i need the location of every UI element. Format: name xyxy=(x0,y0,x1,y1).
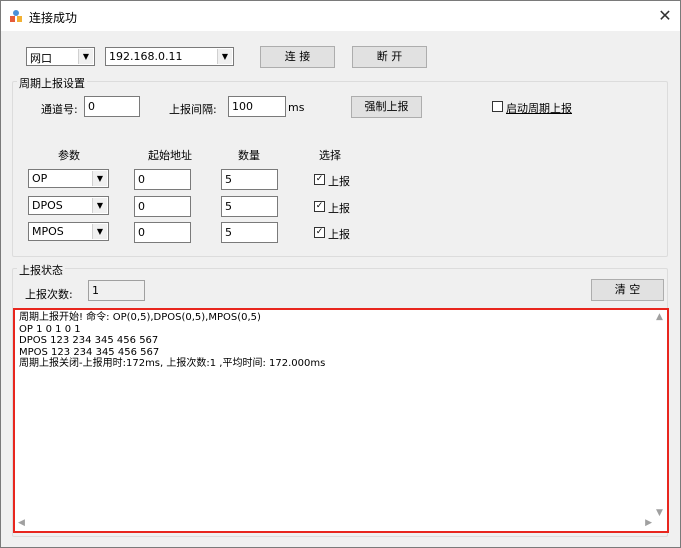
report-checkbox-label[interactable]: 上报 xyxy=(328,200,350,216)
interval-unit: ms xyxy=(288,101,305,114)
report-count-label: 上报次数: xyxy=(25,288,73,301)
title-bar: 连接成功 ✕ xyxy=(1,1,680,31)
log-line: 周期上报关闭-上报用时:172ms, 上报次数:1 ,平均时间: 172.000… xyxy=(19,358,326,369)
force-report-button[interactable]: 强制上报 xyxy=(351,96,422,118)
column-header-param: 参数 xyxy=(58,149,80,162)
param-select-op[interactable]: OP ▼ xyxy=(28,169,109,188)
disconnect-button[interactable]: 断 开 xyxy=(352,46,427,68)
chevron-down-icon[interactable]: ▼ xyxy=(217,49,232,64)
report-status-group-title: 上报状态 xyxy=(17,262,65,278)
log-line: MPOS 123 234 345 456 567 xyxy=(19,346,160,358)
app-icon xyxy=(10,10,22,22)
period-report-group-title: 周期上报设置 xyxy=(17,75,87,91)
start-address-input[interactable]: 0 xyxy=(134,222,191,243)
log-line: 周期上报开始! 命令: OP(0,5),DPOS(0,5),MPOS(0,5) xyxy=(19,312,261,323)
param-value: DPOS xyxy=(32,199,63,212)
chevron-down-icon[interactable]: ▼ xyxy=(92,171,107,186)
report-checkbox[interactable]: ✓ xyxy=(314,227,325,238)
horizontal-scrollbar[interactable]: ◀ ▶ xyxy=(15,517,655,531)
param-select-dpos[interactable]: DPOS ▼ xyxy=(28,196,109,215)
scroll-up-icon[interactable]: ▲ xyxy=(656,312,663,322)
report-checkbox-label[interactable]: 上报 xyxy=(328,226,350,242)
scroll-left-icon[interactable]: ◀ xyxy=(18,518,25,528)
scroll-down-icon[interactable]: ▼ xyxy=(656,508,663,518)
chevron-down-icon[interactable]: ▼ xyxy=(92,224,107,239)
auto-report-checkbox[interactable] xyxy=(492,101,503,112)
scroll-right-icon[interactable]: ▶ xyxy=(645,518,652,528)
column-header-count: 数量 xyxy=(238,149,260,162)
channel-label: 通道号: xyxy=(41,103,78,116)
interval-input[interactable]: 100 xyxy=(228,96,286,117)
channel-input[interactable]: 0 xyxy=(84,96,140,117)
connect-button[interactable]: 连 接 xyxy=(260,46,335,68)
report-checkbox-label[interactable]: 上报 xyxy=(328,173,350,189)
param-value: OP xyxy=(32,172,48,185)
ip-address-select[interactable]: 192.168.0.11 ▼ xyxy=(105,47,234,66)
interval-label: 上报间隔: xyxy=(169,103,217,116)
start-address-input[interactable]: 0 xyxy=(134,169,191,190)
dialog-window: 连接成功 ✕ 网口 ▼ 192.168.0.11 ▼ 连 接 断 开 周期上报设… xyxy=(0,0,681,548)
report-log-textarea[interactable]: 周期上报开始! 命令: OP(0,5),DPOS(0,5),MPOS(0,5) … xyxy=(13,308,669,533)
connection-type-value: 网口 xyxy=(30,52,52,65)
log-line: DPOS 123 234 345 456 567 xyxy=(19,335,159,346)
log-line: OP 1 0 1 0 1 xyxy=(19,323,81,335)
count-input[interactable]: 5 xyxy=(221,196,278,217)
connection-type-select[interactable]: 网口 ▼ xyxy=(26,47,95,66)
chevron-down-icon[interactable]: ▼ xyxy=(78,49,93,64)
start-address-input[interactable]: 0 xyxy=(134,196,191,217)
auto-report-label[interactable]: 启动周期上报 xyxy=(506,100,572,116)
param-value: MPOS xyxy=(32,225,64,238)
close-icon[interactable]: ✕ xyxy=(650,1,680,31)
param-select-mpos[interactable]: MPOS ▼ xyxy=(28,222,109,241)
vertical-scrollbar[interactable]: ▲ ▼ xyxy=(653,310,667,520)
window-title: 连接成功 xyxy=(29,11,78,25)
clear-button[interactable]: 清 空 xyxy=(591,279,664,301)
column-header-select: 选择 xyxy=(319,149,341,162)
report-checkbox[interactable]: ✓ xyxy=(314,174,325,185)
chevron-down-icon[interactable]: ▼ xyxy=(92,198,107,213)
ip-address-value: 192.168.0.11 xyxy=(109,50,183,63)
report-checkbox[interactable]: ✓ xyxy=(314,201,325,212)
log-lines: 周期上报开始! 命令: OP(0,5),DPOS(0,5),MPOS(0,5) … xyxy=(19,312,325,370)
report-count-field: 1 xyxy=(88,280,145,301)
count-input[interactable]: 5 xyxy=(221,222,278,243)
column-header-start-address: 起始地址 xyxy=(148,149,192,162)
count-input[interactable]: 5 xyxy=(221,169,278,190)
